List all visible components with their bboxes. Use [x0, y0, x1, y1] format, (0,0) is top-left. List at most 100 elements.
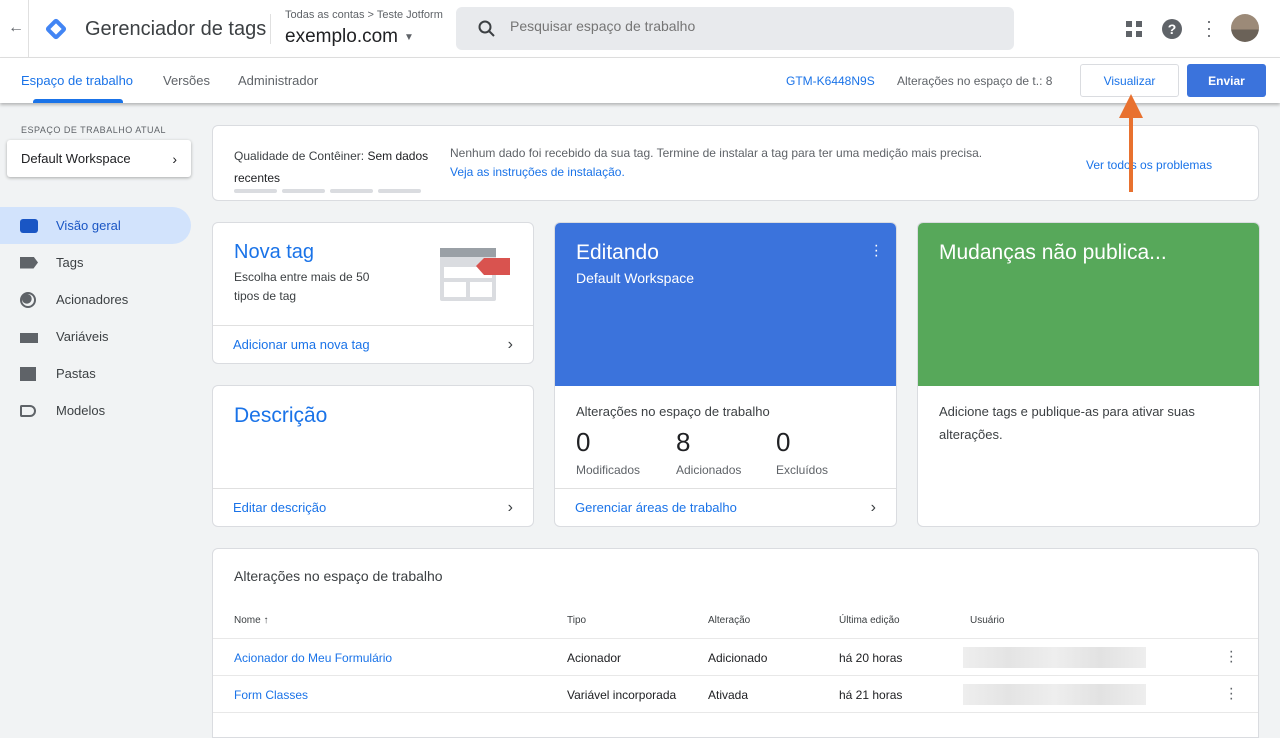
tag-icon — [20, 256, 38, 269]
deleted-label: Excluídos — [776, 463, 829, 477]
quality-meter — [234, 189, 421, 193]
column-header-user[interactable]: Usuário — [970, 615, 1004, 626]
row-name-link[interactable]: Acionador do Meu Formulário — [234, 651, 392, 665]
column-header-type[interactable]: Tipo — [567, 615, 586, 626]
container-id[interactable]: GTM-K6448N9S — [786, 74, 875, 88]
added-count: 8 — [676, 427, 691, 457]
column-header-change[interactable]: Alteração — [708, 615, 750, 626]
add-new-tag-link[interactable]: Adicionar uma nova tag › — [213, 325, 533, 363]
help-icon[interactable]: ? — [1162, 19, 1182, 39]
sidebar-item-label: Visão geral — [56, 218, 121, 233]
unpublished-title: Mudanças não publica... — [939, 241, 1167, 264]
sidebar-item-overview[interactable]: Visão geral — [0, 207, 191, 244]
chevron-right-icon: › — [507, 498, 513, 516]
sidebar-item-label: Pastas — [56, 366, 96, 381]
edit-description-link[interactable]: Editar descrição › — [213, 488, 533, 526]
sub-bar: Espaço de trabalho Versões Administrador… — [0, 58, 1280, 103]
manage-workspaces-link[interactable]: Gerenciar áreas de trabalho › — [555, 488, 896, 526]
added-label: Adicionados — [676, 463, 742, 477]
row-change: Adicionado — [708, 651, 768, 665]
sidebar-item-variables[interactable]: Variáveis — [0, 318, 191, 355]
deleted-count: 0 — [776, 427, 791, 457]
search-box[interactable] — [456, 7, 1014, 50]
submit-button[interactable]: Enviar — [1187, 64, 1266, 97]
workspace-changes-table: Alterações no espaço de trabalho Nome ↑ … — [212, 548, 1259, 738]
more-vert-icon[interactable]: · · · — [1229, 644, 1234, 670]
chevron-right-icon: › — [172, 150, 177, 167]
sidebar-item-label: Variáveis — [56, 329, 109, 344]
tab-versions[interactable]: Versões — [163, 73, 210, 88]
row-edited: há 20 horas — [839, 651, 903, 665]
description-title: Descrição — [234, 404, 328, 427]
new-tag-desc-2: tipos de tag — [234, 289, 297, 303]
annotation-arrow-icon — [1119, 94, 1143, 192]
workspace-changes-label: Alterações no espaço de trabalho — [576, 404, 770, 419]
workspace-changes-count: Alterações no espaço de t.: 8 — [897, 74, 1053, 88]
description-card: Descrição Editar descrição › — [212, 385, 534, 527]
quality-label: Qualidade de Contêiner: — [234, 149, 365, 163]
tab-workspace[interactable]: Espaço de trabalho — [21, 73, 133, 88]
search-icon — [478, 20, 495, 37]
sidebar-item-label: Modelos — [56, 403, 106, 418]
app-title: Gerenciador de tags — [85, 18, 267, 40]
editing-title: Editando — [576, 241, 659, 264]
sidebar-section-label: ESPAÇO DE TRABALHO ATUAL — [21, 125, 167, 135]
column-header-last-edited[interactable]: Última edição — [839, 615, 900, 626]
sidebar-item-label: Tags — [56, 255, 84, 270]
trigger-icon — [20, 291, 36, 308]
row-type: Acionador — [567, 651, 622, 665]
modified-label: Modificados — [576, 463, 641, 477]
row-name-link[interactable]: Form Classes — [234, 688, 308, 702]
workspace-name: Default Workspace — [21, 151, 131, 166]
row-change: Ativada — [708, 688, 749, 702]
sidebar-item-templates[interactable]: Modelos — [0, 392, 191, 429]
unpublished-changes-card: Mudanças não publica... Adicione tags e … — [917, 222, 1260, 527]
chevron-right-icon: › — [870, 498, 876, 516]
chevron-right-icon: › — [507, 335, 513, 353]
breadcrumb[interactable]: Todas as contas > Teste Jotform — [285, 9, 443, 21]
table-row: Form Classes Variável incorporada Ativad… — [213, 675, 1258, 712]
search-input[interactable] — [510, 18, 990, 34]
view-all-problems-link[interactable]: Ver todos os problemas — [1086, 158, 1212, 172]
apps-grid-icon[interactable] — [1126, 21, 1142, 37]
quality-message: Nenhum dado foi recebido da sua tag. Ter… — [450, 146, 983, 160]
manage-workspaces-label: Gerenciar áreas de trabalho — [575, 500, 737, 515]
tab-admin[interactable]: Administrador — [238, 73, 318, 88]
editing-workspace: Default Workspace — [576, 270, 695, 286]
sidebar-item-folders[interactable]: Pastas — [0, 355, 191, 392]
container-selector[interactable]: exemplo.com ▼ — [285, 26, 414, 48]
avatar[interactable] — [1231, 14, 1259, 42]
back-arrow-icon[interactable]: ← — [8, 19, 24, 37]
new-tag-desc: Escolha entre mais de 50 — [234, 270, 370, 284]
quality-value-2: recentes — [234, 171, 281, 185]
workspace-selector[interactable]: Default Workspace › — [7, 140, 191, 177]
row-type: Variável incorporada — [567, 688, 677, 702]
sidebar-item-triggers[interactable]: Acionadores — [0, 281, 191, 318]
editing-card: Editando Default Workspace · · · Alteraçõe… — [554, 222, 897, 527]
preview-button[interactable]: Visualizar — [1080, 64, 1179, 97]
new-tag-title[interactable]: Nova tag — [234, 241, 314, 264]
column-header-name[interactable]: Nome ↑ — [234, 615, 268, 626]
folder-icon — [20, 366, 36, 381]
more-vert-icon[interactable]: · · · — [1229, 681, 1234, 707]
new-tag-card: Nova tag Escolha entre mais de 50 tipos … — [212, 222, 534, 364]
row-edited: há 21 horas — [839, 688, 903, 702]
more-vert-icon[interactable]: · · · — [1206, 12, 1212, 44]
chevron-down-icon: ▼ — [404, 31, 414, 43]
quality-value: Sem dados — [367, 149, 429, 163]
edit-description-label: Editar descrição — [233, 500, 327, 515]
install-instructions-link[interactable]: Veja as instruções de instalação. — [450, 165, 625, 179]
table-row — [213, 712, 1258, 737]
modified-count: 0 — [576, 427, 591, 457]
table-title: Alterações no espaço de trabalho — [234, 568, 443, 584]
table-row: Acionador do Meu Formulário Acionador Ad… — [213, 638, 1258, 675]
more-vert-icon[interactable]: · · · — [874, 238, 879, 264]
user-redacted — [963, 647, 1146, 668]
sidebar-item-tags[interactable]: Tags — [0, 244, 191, 281]
overview-icon — [20, 218, 38, 233]
container-quality-card: Qualidade de Contêiner: Sem dados recente… — [212, 125, 1259, 201]
tag-illustration-icon — [440, 248, 510, 301]
add-new-tag-label: Adicionar uma nova tag — [233, 337, 370, 352]
gtm-logo-icon — [45, 18, 67, 40]
unpublished-text-2: alterações. — [939, 427, 1003, 442]
